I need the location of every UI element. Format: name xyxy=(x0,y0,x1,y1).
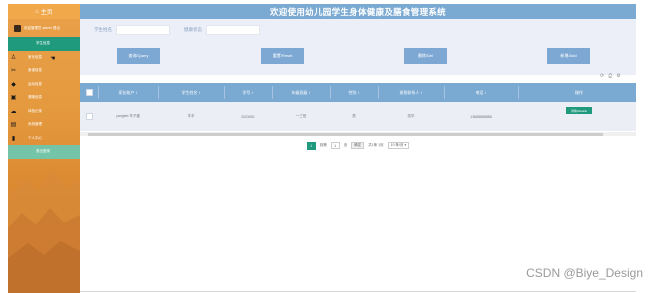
sidebar-item-sport-info[interactable]: ◆ 运动信息 xyxy=(8,78,80,92)
mountain-background xyxy=(8,171,80,293)
query-button[interactable]: 查询/Query xyxy=(117,48,160,64)
column-header[interactable]: 学生姓名 ↕ xyxy=(158,83,224,102)
data-table: 家长账户 ↕ 学生姓名 ↕ 学号 ↕ 年级班级 ↕ 性别 ↕ 紧急联系人 ↕ 电… xyxy=(80,80,636,138)
home-icon: ⌂ xyxy=(35,8,39,15)
sidebar-item-label: 健康信息 xyxy=(28,95,42,100)
table-header: 家长账户 ↕ 学生姓名 ↕ 学号 ↕ 年级班级 ↕ 性别 ↕ 紧急联系人 ↕ 电… xyxy=(80,83,636,102)
hand-cursor-icon: ☚ xyxy=(50,55,56,62)
student-name-label: 学生姓名 xyxy=(94,27,112,32)
column-header-label: 年级班级 xyxy=(291,89,308,95)
sidebar-item-health-info[interactable]: ▣ 健康信息 xyxy=(8,91,80,105)
table-toolbar: ⟳ ⎙ ⚙ xyxy=(600,73,621,79)
checkbox[interactable] xyxy=(85,89,93,96)
save-icon: ▤ xyxy=(10,122,17,129)
select-all-checkbox[interactable] xyxy=(84,83,94,102)
column-header[interactable]: 家长账户 ↕ xyxy=(98,83,158,102)
page-number-current[interactable]: 1 xyxy=(306,141,316,150)
column-header[interactable]: 性别 ↕ xyxy=(330,83,378,102)
sidebar-item-system[interactable]: ▤ 系统管理 xyxy=(8,118,80,132)
tag-icon: ◆ xyxy=(11,81,16,88)
sidebar-item-label: 家长信息 xyxy=(28,54,42,59)
column-header-label: 紧急联系人 xyxy=(399,89,420,95)
divider xyxy=(80,291,636,292)
action-cell: 详情/Details xyxy=(524,102,634,136)
sidebar-logo[interactable]: ⌂ 主页 xyxy=(8,4,80,19)
sidebar-item-checkup[interactable]: ☁ 体检记录 xyxy=(8,105,80,119)
table-cell: 张华 xyxy=(407,114,415,118)
column-header[interactable]: 年级班级 ↕ xyxy=(272,83,330,102)
health-status-input[interactable] xyxy=(206,25,260,35)
column-header[interactable]: 紧急联系人 ↕ xyxy=(378,83,444,102)
avatar xyxy=(14,24,21,32)
horizontal-scrollbar[interactable] xyxy=(80,132,636,136)
utensils-icon: ✂ xyxy=(10,68,17,75)
page-label: 页 xyxy=(343,143,348,147)
health-status-label: 健康状态 xyxy=(184,27,202,32)
table-cell: 2023001 xyxy=(241,114,255,119)
delete-button[interactable]: 删除/Del xyxy=(404,48,447,64)
pagination: 1 到第 1 页 确定 共1条 1页 10 条/页 ▾ xyxy=(80,139,636,152)
column-header-label: 操作 xyxy=(575,89,583,95)
scrollbar-thumb[interactable] xyxy=(88,132,603,136)
sidebar-item-student-info[interactable]: 学生信息 xyxy=(8,37,80,51)
table-cell: yangbei 羊子墨 xyxy=(116,114,140,118)
table-cell: 羊羊 xyxy=(187,114,195,118)
print-icon[interactable]: ⎙ xyxy=(608,73,612,79)
column-header-label: 家长账户 xyxy=(118,89,135,95)
action-buttons: 查询/Query 重置/Reset 删除/Del 新增/Add xyxy=(80,48,636,65)
column-divider xyxy=(518,86,519,99)
sidebar-menu: 学生信息 ♙ 家长信息 ☚ ✂ 食谱信息 ◆ 运动信息 ▣ 健康信息 ☁ 体检记… xyxy=(8,37,80,159)
table-cell: 13888888888 xyxy=(470,114,492,119)
table-cell: 男 xyxy=(352,114,356,118)
settings-icon[interactable]: ⚙ xyxy=(616,73,620,79)
column-header[interactable]: 学号 ↕ xyxy=(224,83,272,102)
student-name-input[interactable] xyxy=(116,25,170,35)
row-checkbox[interactable] xyxy=(85,113,93,120)
total-count: 共1条 1页 xyxy=(368,143,384,147)
chart-icon: ▣ xyxy=(10,95,17,102)
details-button[interactable]: 详情/Details xyxy=(565,107,592,114)
add-button[interactable]: 新增/Add xyxy=(547,48,590,64)
column-header-actions: 操作 xyxy=(524,83,634,102)
sidebar-item-label: 体检记录 xyxy=(28,108,42,113)
book-icon: ▮ xyxy=(11,135,16,142)
search-panel: 学生姓名 健康状态 查询/Query 重置/Reset 删除/Del 新增/Ad… xyxy=(80,19,636,75)
sidebar-item-label: 运动信息 xyxy=(28,81,42,86)
user-info[interactable]: 欢迎管理员 admin 退出 xyxy=(8,19,80,37)
column-header[interactable]: 电话 ↕ xyxy=(444,83,518,102)
table-cell: 一三班 xyxy=(295,114,307,118)
sidebar-item-profile[interactable]: ▮ 个人中心 xyxy=(8,132,80,146)
go-button[interactable]: 确定 xyxy=(351,142,365,149)
sidebar-item-parent-info[interactable]: ♙ 家长信息 ☚ xyxy=(8,51,80,65)
sidebar-item-recipe-info[interactable]: ✂ 食谱信息 xyxy=(8,64,80,78)
refresh-icon[interactable]: ⟳ xyxy=(600,73,604,79)
page-header: 欢迎使用幼儿园学生身体健康及膳食管理系统 xyxy=(80,4,636,19)
page-title: 欢迎使用幼儿园学生身体健康及膳食管理系统 xyxy=(269,6,446,17)
sidebar-item-label: 学生信息 xyxy=(36,41,50,46)
sidebar-item-label: 个人中心 xyxy=(28,135,42,140)
watermark: CSDN @Biye_Design xyxy=(526,266,643,280)
sidebar-item-label: 系统管理 xyxy=(28,122,42,127)
column-header-label: 电话 xyxy=(475,89,484,95)
goto-label: 到第 xyxy=(319,143,327,147)
column-header-label: 学生姓名 xyxy=(181,89,198,95)
sidebar: ⌂ 主页 欢迎管理员 admin 退出 学生信息 ♙ 家长信息 ☚ ✂ 食谱信息… xyxy=(8,4,80,293)
column-header-label: 性别 xyxy=(348,89,357,95)
table-row[interactable]: yangbei 羊子墨 羊羊 2023001 一三班 男 张华 13888888… xyxy=(80,102,636,131)
sidebar-item-label: 退出登录 xyxy=(36,149,50,154)
cloud-icon: ☁ xyxy=(10,108,17,115)
column-header-label: 学号 xyxy=(242,89,251,95)
sidebar-item-label: 食谱信息 xyxy=(28,68,42,73)
row-checkbox-cell[interactable] xyxy=(84,102,94,131)
sidebar-logo-text: 主页 xyxy=(40,10,53,16)
search-row: 学生姓名 健康状态 xyxy=(94,25,274,35)
sidebar-item-logout[interactable]: 退出登录 xyxy=(8,145,80,159)
goto-page-input[interactable]: 1 xyxy=(330,142,340,149)
person-icon: ♙ xyxy=(10,54,17,61)
page-size-select[interactable]: 10 条/页 ▾ xyxy=(387,142,410,149)
reset-button[interactable]: 重置/Reset xyxy=(261,48,304,64)
user-text: 欢迎管理员 admin 退出 xyxy=(24,25,60,30)
